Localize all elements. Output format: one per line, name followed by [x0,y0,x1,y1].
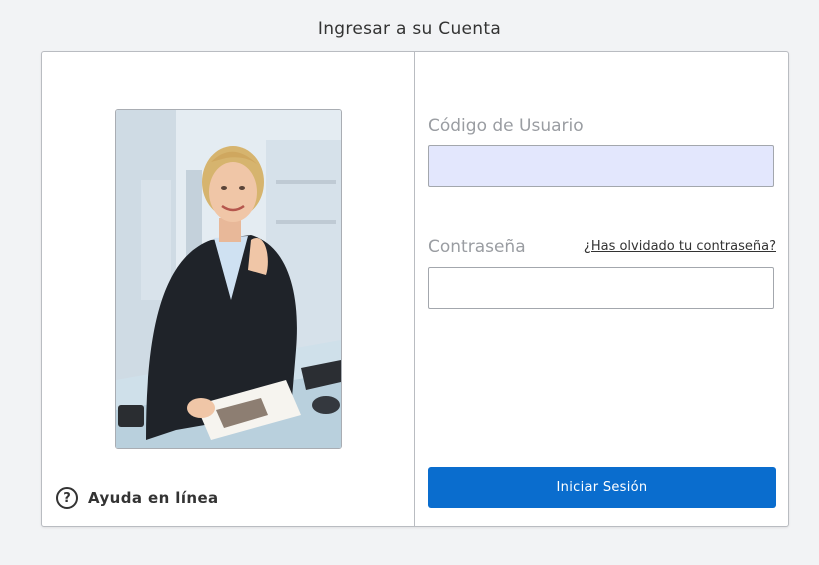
username-input[interactable] [428,145,774,187]
forgot-password-link[interactable]: ¿Has olvidado tu contraseña? [584,239,776,254]
question-circle-icon: ? [56,487,78,509]
left-pane: ? Ayuda en línea [42,52,415,526]
help-link[interactable]: ? Ayuda en línea [56,487,219,509]
login-form: Código de Usuario Contraseña ¿Has olvida… [415,52,788,526]
password-input[interactable] [428,267,774,309]
page-title: Ingresar a su Cuenta [317,19,502,39]
businesswoman-photo [115,109,342,449]
login-card: ? Ayuda en línea Código de Usuario Contr… [41,51,789,527]
username-label: Código de Usuario [428,116,584,136]
login-button[interactable]: Iniciar Sesión [428,467,776,508]
password-label: Contraseña [428,237,526,257]
help-label: Ayuda en línea [88,489,219,507]
